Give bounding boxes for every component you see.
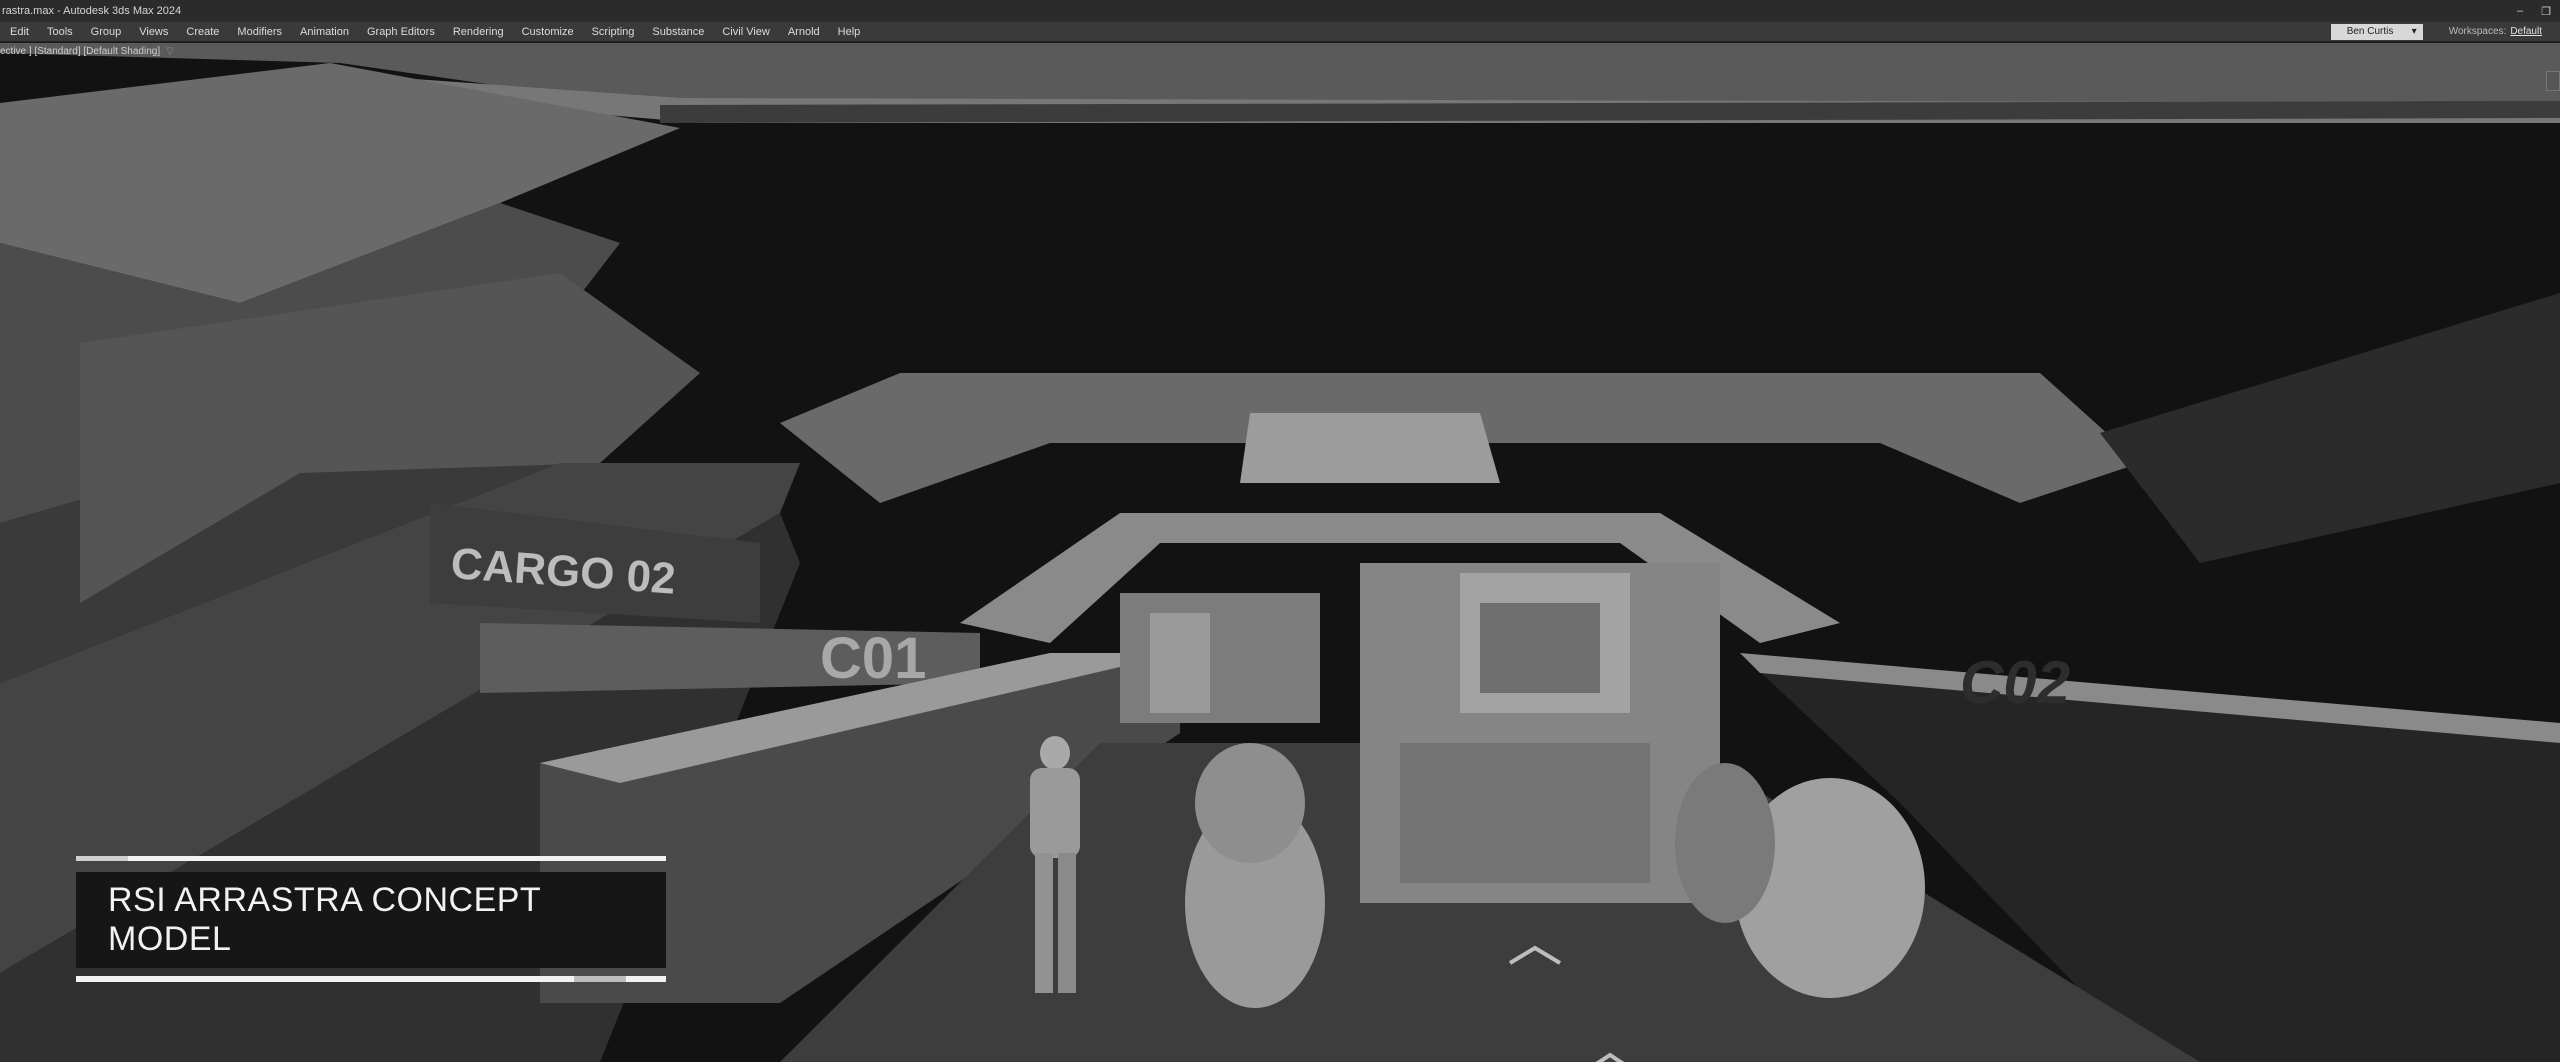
viewport-label[interactable]: ective ] [Standard] [Default Shading] ▽ (0, 46, 174, 57)
banner-bottom-line (76, 976, 666, 982)
vehicle-chassis (1400, 743, 1650, 883)
perspective-viewport[interactable]: CARGO 02 C01 C02 ective ] [Standard] [De… (0, 43, 2560, 1062)
menu-bar: Edit Tools Group Views Create Modifiers … (0, 22, 2560, 42)
ceiling-light-box (1240, 413, 1500, 483)
character-right-leg (1058, 853, 1076, 993)
window-title: rastra.max - Autodesk 3ds Max 2024 (2, 5, 182, 17)
character-head (1040, 736, 1070, 770)
viewport-side-handle[interactable] (2546, 71, 2560, 91)
banner-bottom-accent (574, 976, 626, 982)
menu-civil-view[interactable]: Civil View (713, 26, 778, 38)
banner-top-accent (76, 856, 128, 861)
vehicle-window (1480, 603, 1600, 693)
window-controls: – ❐ (2514, 5, 2560, 18)
window-titlebar: rastra.max - Autodesk 3ds Max 2024 – ❐ (0, 0, 2560, 22)
dropdown-arrow-icon: ▾ (2411, 26, 2417, 37)
viewport-label-text[interactable]: ective ] [Standard] [Default Shading] (0, 46, 160, 57)
wheel-left-rear (1195, 743, 1305, 863)
character-left-leg (1035, 853, 1053, 993)
menu-animation[interactable]: Animation (291, 26, 358, 38)
workspaces-value[interactable]: Default (2510, 26, 2542, 37)
banner-title: RSI ARRASTRA CONCEPT MODEL (108, 881, 541, 958)
menu-views[interactable]: Views (130, 26, 177, 38)
banner-top-line (76, 856, 666, 861)
workspaces-selector[interactable]: Workspaces: Default (2449, 26, 2560, 37)
menu-group[interactable]: Group (82, 26, 131, 38)
menu-create[interactable]: Create (177, 26, 228, 38)
menu-graph-editors[interactable]: Graph Editors (358, 26, 444, 38)
filter-icon[interactable]: ▽ (166, 46, 174, 57)
c02-label: C02 (1960, 649, 2070, 716)
menu-help[interactable]: Help (829, 26, 870, 38)
back-door (1150, 613, 1210, 713)
character-torso (1030, 768, 1080, 858)
banner-box: RSI ARRASTRA CONCEPT MODEL (76, 872, 666, 968)
wheel-right-rear (1675, 763, 1775, 923)
menu-customize[interactable]: Customize (513, 26, 583, 38)
menu-arnold[interactable]: Arnold (779, 26, 829, 38)
menu-edit[interactable]: Edit (2, 26, 38, 38)
menu-tools[interactable]: Tools (38, 26, 82, 38)
title-banner: RSI ARRASTRA CONCEPT MODEL (76, 856, 666, 986)
c01-label: C01 (820, 626, 926, 691)
restore-icon[interactable]: ❐ (2540, 5, 2552, 18)
user-account-dropdown[interactable]: Ben Curtis ▾ (2330, 23, 2423, 40)
menu-scripting[interactable]: Scripting (583, 26, 644, 38)
menu-substance[interactable]: Substance (643, 26, 713, 38)
menu-rendering[interactable]: Rendering (444, 26, 513, 38)
menu-items: Edit Tools Group Views Create Modifiers … (0, 26, 2331, 38)
workspaces-label: Workspaces: (2448, 26, 2507, 37)
user-name: Ben Curtis (2346, 26, 2394, 37)
minimize-icon[interactable]: – (2514, 5, 2526, 18)
menu-modifiers[interactable]: Modifiers (228, 26, 291, 38)
